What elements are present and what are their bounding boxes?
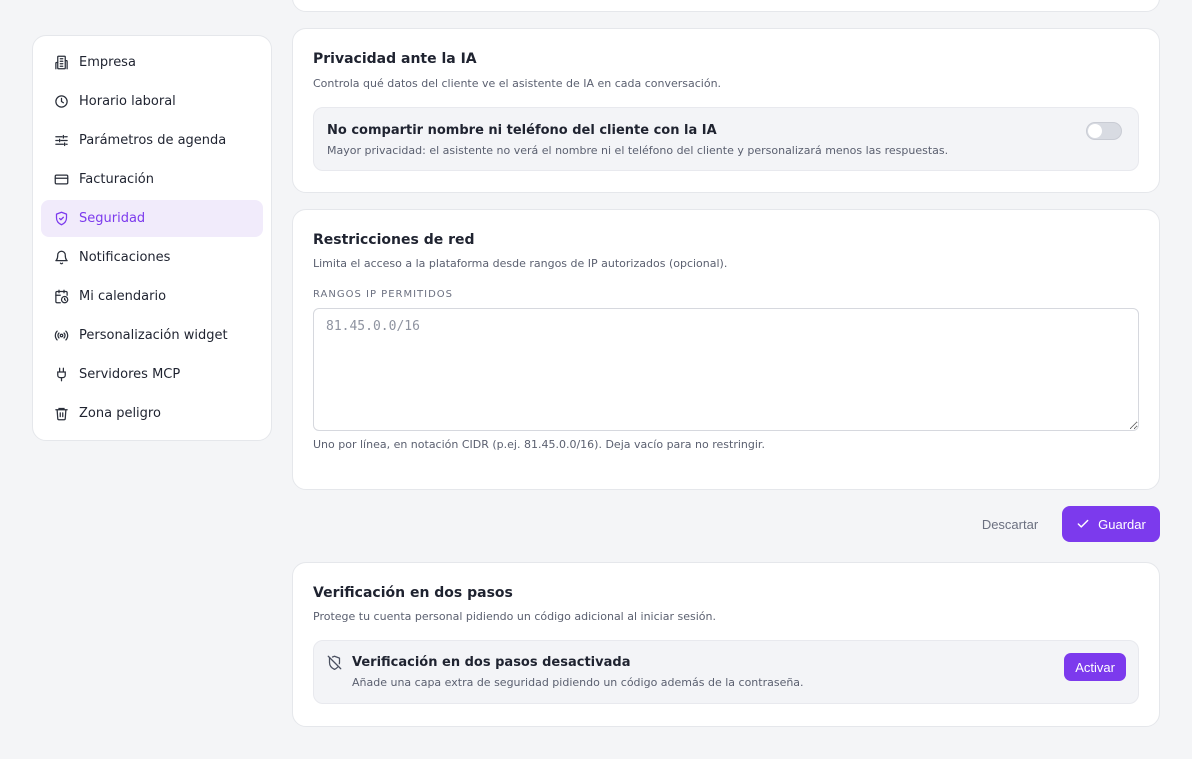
calendar-clock-icon <box>53 289 69 305</box>
settings-sidebar: Empresa Horario laboral Parámetros de ag… <box>32 35 272 441</box>
sidebar-item-label: Facturación <box>79 172 154 187</box>
two-factor-card: Verificación en dos pasos Protege tu cue… <box>292 562 1160 727</box>
shield-check-icon <box>53 211 69 227</box>
sidebar-item-widget[interactable]: Personalización widget <box>41 317 263 354</box>
option-title: No compartir nombre ni teléfono del clie… <box>327 123 717 138</box>
building-icon <box>53 55 69 71</box>
sidebar-item-facturacion[interactable]: Facturación <box>41 161 263 198</box>
sidebar-item-mcp[interactable]: Servidores MCP <box>41 356 263 393</box>
option-description: Añade una capa extra de seguridad pidien… <box>352 676 804 689</box>
network-restrictions-card: Restricciones de red Limita el acceso a … <box>292 209 1160 490</box>
toggle-knob <box>1088 124 1102 138</box>
sidebar-item-seguridad[interactable]: Seguridad <box>41 200 263 237</box>
ip-ranges-hint: Uno por línea, en notación CIDR (p.ej. 8… <box>313 438 765 451</box>
sidebar-item-label: Notificaciones <box>79 250 171 265</box>
sliders-icon <box>53 133 69 149</box>
sidebar-item-label: Parámetros de agenda <box>79 133 227 148</box>
card-title: Privacidad ante la IA <box>313 51 477 67</box>
card-title: Verificación en dos pasos <box>313 585 513 601</box>
discard-button[interactable]: Descartar <box>968 506 1052 542</box>
save-button[interactable]: Guardar <box>1062 506 1160 542</box>
activate-2fa-button[interactable]: Activar <box>1064 653 1126 681</box>
clock-icon <box>53 94 69 110</box>
credit-card-icon <box>53 172 69 188</box>
trash-icon <box>53 406 69 422</box>
card-description: Limita el acceso a la plataforma desde r… <box>313 257 728 270</box>
ip-ranges-input[interactable] <box>313 308 1139 431</box>
sidebar-item-horario[interactable]: Horario laboral <box>41 83 263 120</box>
option-title: Verificación en dos pasos desactivada <box>352 655 631 670</box>
bell-icon <box>53 250 69 266</box>
card-description: Protege tu cuenta personal pidiendo un c… <box>313 610 716 623</box>
card-title: Restricciones de red <box>313 232 475 248</box>
sidebar-item-label: Mi calendario <box>79 289 167 304</box>
sidebar-item-label: Horario laboral <box>79 94 176 109</box>
ip-ranges-label: Rangos IP permitidos <box>313 289 454 300</box>
sidebar-item-empresa[interactable]: Empresa <box>41 44 263 81</box>
sidebar-item-zona-peligro[interactable]: Zona peligro <box>41 395 263 432</box>
plug-icon <box>53 367 69 383</box>
ai-privacy-toggle[interactable] <box>1086 122 1122 140</box>
shield-off-icon <box>327 655 342 674</box>
sidebar-item-calendario[interactable]: Mi calendario <box>41 278 263 315</box>
sidebar-item-parametros[interactable]: Parámetros de agenda <box>41 122 263 159</box>
check-icon <box>1076 517 1090 531</box>
ai-privacy-option: No compartir nombre ni teléfono del clie… <box>313 107 1139 171</box>
sidebar-item-notificaciones[interactable]: Notificaciones <box>41 239 263 276</box>
option-description: Mayor privacidad: el asistente no verá e… <box>327 144 949 157</box>
sidebar-item-label: Zona peligro <box>79 406 161 421</box>
sidebar-item-label: Servidores MCP <box>79 367 181 382</box>
sidebar-item-label: Empresa <box>79 55 136 70</box>
sidebar-item-label: Seguridad <box>79 211 146 226</box>
previous-section-card <box>292 0 1160 12</box>
sidebar-item-label: Personalización widget <box>79 328 228 343</box>
two-factor-status: Verificación en dos pasos desactivada Añ… <box>313 640 1139 704</box>
ai-privacy-card: Privacidad ante la IA Controla qué datos… <box>292 28 1160 193</box>
card-description: Controla qué datos del cliente ve el asi… <box>313 77 722 90</box>
save-button-label: Guardar <box>1098 516 1146 532</box>
broadcast-icon <box>53 328 69 344</box>
